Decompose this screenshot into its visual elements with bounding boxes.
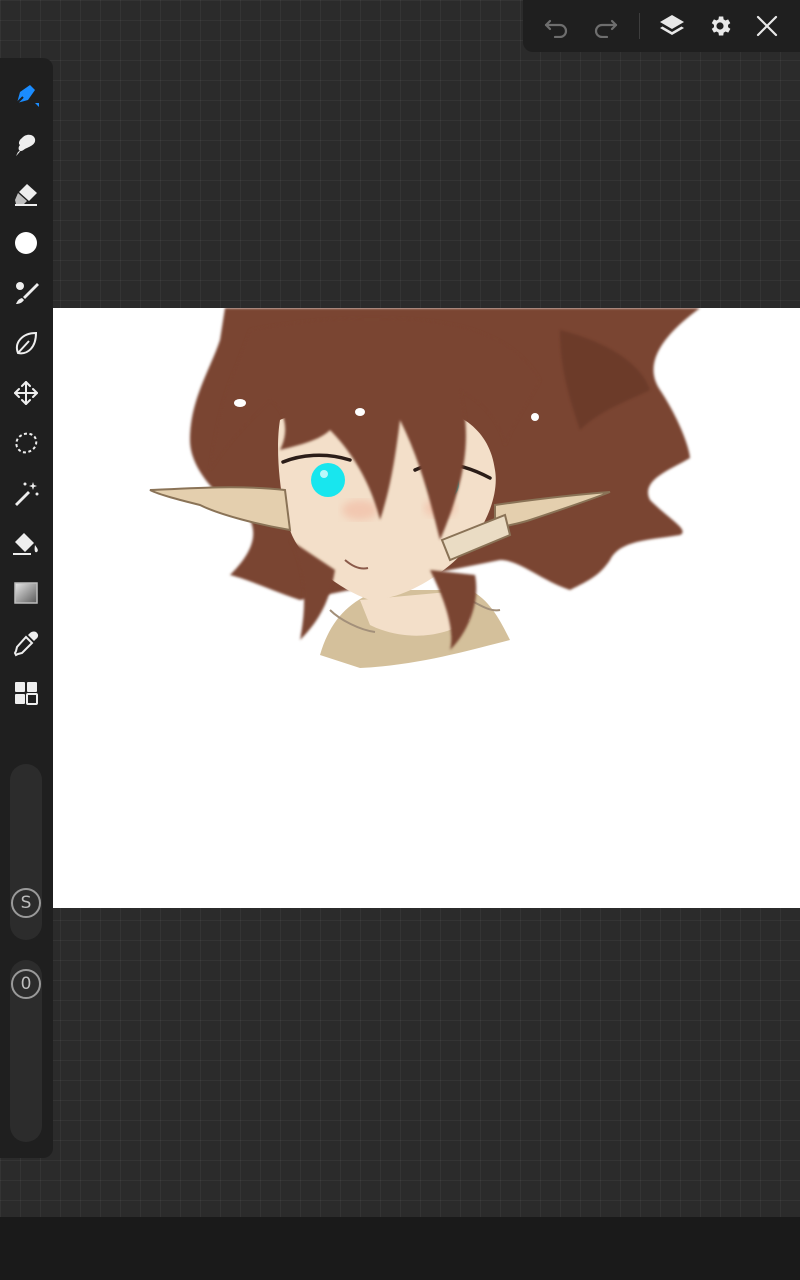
brush-tool-button[interactable] — [6, 273, 46, 313]
eraser-tool-button[interactable] — [6, 174, 46, 214]
left-toolbar: S 0 — [0, 58, 53, 1158]
eyedropper-icon — [13, 631, 39, 657]
gear-icon — [711, 16, 731, 36]
layers-button[interactable] — [654, 8, 690, 44]
more-tools-button[interactable] — [6, 673, 46, 713]
top-toolbar — [523, 0, 800, 52]
paint-bucket-icon — [13, 533, 38, 555]
pen-icon — [16, 85, 39, 107]
settings-button[interactable] — [702, 8, 738, 44]
eraser-icon — [15, 184, 37, 206]
drawing-canvas[interactable] — [53, 308, 800, 908]
liquify-tool-button[interactable] — [6, 323, 46, 363]
smudge-icon — [16, 134, 36, 156]
opacity-icon: 0 — [11, 969, 41, 999]
undo-button[interactable] — [539, 8, 575, 44]
layers-icon — [660, 15, 684, 35]
eyedropper-tool-button[interactable] — [6, 623, 46, 663]
smudge-tool-button[interactable] — [6, 124, 46, 164]
gradient-tool-button[interactable] — [6, 573, 46, 613]
leaf-icon — [16, 331, 38, 355]
topbar-divider — [639, 13, 640, 39]
lasso-icon — [15, 432, 38, 454]
artwork-drawing — [149, 308, 700, 668]
gradient-icon — [14, 582, 38, 604]
color-swatch — [15, 232, 37, 254]
fill-tool-button[interactable] — [6, 523, 46, 563]
lasso-tool-button[interactable] — [6, 423, 46, 463]
magic-wand-button[interactable] — [6, 473, 46, 513]
brush-icon — [16, 282, 39, 304]
color-picker-button[interactable] — [6, 223, 46, 263]
undo-icon — [544, 19, 568, 38]
magic-wand-icon — [15, 482, 39, 506]
pen-tool-button[interactable] — [6, 74, 46, 114]
redo-button[interactable] — [587, 8, 623, 44]
close-button[interactable] — [749, 8, 785, 44]
grid-icon — [15, 682, 38, 705]
bottom-bar — [0, 1217, 800, 1280]
close-icon — [756, 15, 778, 37]
size-icon: S — [11, 888, 41, 918]
redo-icon — [594, 19, 618, 38]
transform-tool-button[interactable] — [6, 373, 46, 413]
move-arrows-icon — [14, 381, 38, 405]
